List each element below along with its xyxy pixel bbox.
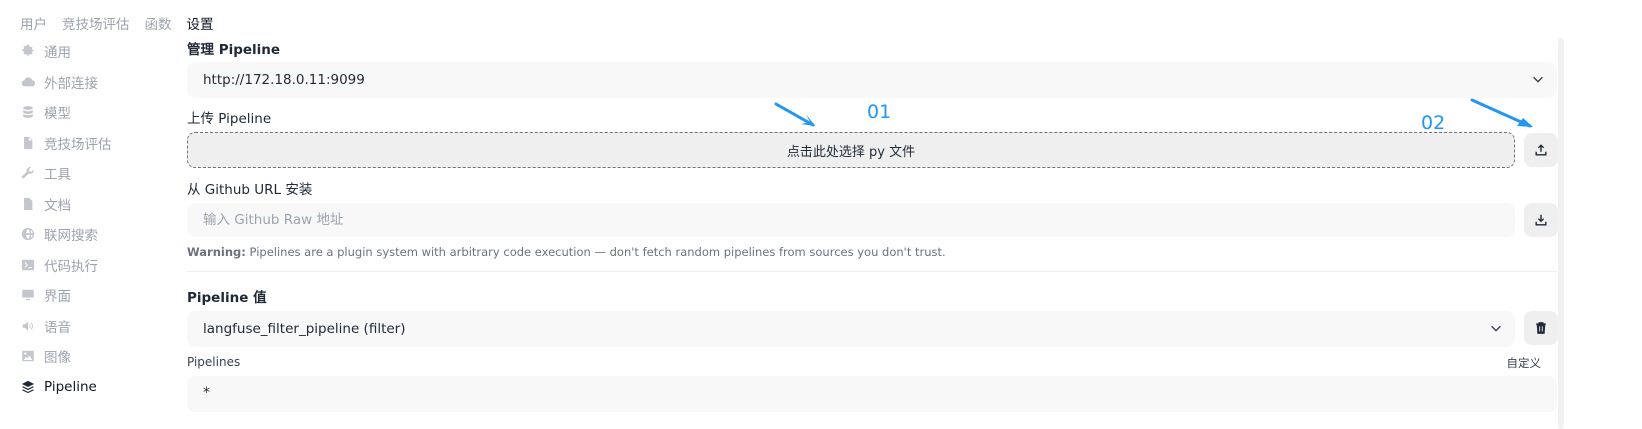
upload-button[interactable] [1524,133,1558,167]
nav-users[interactable]: 用户 [20,13,47,33]
sidebar-item-general[interactable]: 通用 [20,36,185,67]
section-divider [187,271,1557,272]
sidebar-item-label: 联网搜索 [44,228,98,245]
vertical-scrollbar[interactable] [1558,38,1564,429]
nav-functions[interactable]: 函数 [145,13,172,33]
dropzone-label: 点击此处选择 py 文件 [786,144,916,160]
sidebar-item-documents[interactable]: 文档 [20,189,185,220]
pipelines-label: Pipelines [187,355,241,369]
image-icon [20,348,36,364]
pipeline-select[interactable]: langfuse_filter_pipeline (filter) [187,311,1515,347]
document-text-icon [20,196,36,212]
sidebar-item-pipeline[interactable]: Pipeline [20,372,185,403]
sidebar-item-interface[interactable]: 界面 [20,280,185,311]
wrench-icon [20,165,36,181]
sidebar-item-models[interactable]: 模型 [20,97,185,128]
globe-icon [20,226,36,242]
trash-icon [1536,322,1546,334]
arrow-annotation-02 [1470,98,1533,128]
sidebar-item-web-search[interactable]: 联网搜索 [20,219,185,250]
sidebar-item-label: 竞技场评估 [44,136,112,153]
monitor-icon [20,287,36,303]
sidebar-item-label: 界面 [44,289,71,306]
sidebar-item-arena[interactable]: 竞技场评估 [20,128,185,159]
gear-icon [20,43,36,59]
nav-arena[interactable]: 竞技场评估 [62,13,130,33]
upload-icon [1535,144,1547,156]
database-icon [20,104,36,120]
sidebar-item-code-execution[interactable]: 代码执行 [20,250,185,281]
sidebar-item-label: Pipeline [44,378,97,395]
pipeline-value-title: Pipeline 值 [187,290,267,306]
annotation-label-01: 01 [867,101,892,123]
annotation-label-02: 02 [1421,112,1446,134]
sidebar-item-label: 工具 [44,167,71,184]
security-warning: Warning: Pipelines are a plugin system w… [187,245,946,259]
warning-text: Pipelines are a plugin system with arbit… [245,245,946,259]
pipeline-url-select[interactable]: http://172.18.0.11:9099 [187,62,1557,98]
sidebar-item-label: 通用 [44,45,71,62]
document-icon [20,135,36,151]
manage-pipeline-title: 管理 Pipeline [187,42,281,58]
arrow-annotation-01 [774,102,815,127]
pipeline-select-value: langfuse_filter_pipeline (filter) [203,321,406,337]
nav-settings[interactable]: 设置 [187,13,214,33]
delete-pipeline-button[interactable] [1524,311,1558,345]
sidebar-item-label: 模型 [44,106,71,123]
warning-prefix: Warning: [187,245,246,259]
pipelines-field[interactable]: * [187,376,1557,412]
sidebar-item-label: 语音 [44,319,71,336]
chevron-down-icon [1533,76,1543,83]
settings-sidebar: 通用 外部连接 模型 竞技场评估 工具 文档 联网搜索 代码执行 界面 语音 图… [20,36,185,402]
sidebar-item-label: 图像 [44,350,71,367]
custom-toggle[interactable]: 自定义 [1507,355,1542,371]
cloud-icon [20,74,36,90]
sidebar-item-connections[interactable]: 外部连接 [20,67,185,98]
download-icon [1535,214,1547,226]
download-button[interactable] [1524,203,1558,237]
pipeline-url-value: http://172.18.0.11:9099 [203,72,365,88]
sidebar-item-audio[interactable]: 语音 [20,311,185,342]
chevron-down-icon [1491,325,1501,332]
py-file-dropzone[interactable]: 点击此处选择 py 文件 [187,132,1515,168]
github-install-title: 从 Github URL 安装 [187,182,313,198]
sidebar-item-label: 代码执行 [44,258,98,275]
terminal-icon [20,257,36,273]
sidebar-item-label: 文档 [44,197,71,214]
speaker-icon [20,318,36,334]
layers-icon [20,379,36,395]
upload-pipeline-title: 上传 Pipeline [187,111,272,127]
top-nav: 用户 竞技场评估 函数 设置 [20,13,214,33]
github-url-input[interactable] [187,203,1515,237]
sidebar-item-images[interactable]: 图像 [20,341,185,372]
sidebar-item-label: 外部连接 [44,75,98,92]
sidebar-item-tools[interactable]: 工具 [20,158,185,189]
